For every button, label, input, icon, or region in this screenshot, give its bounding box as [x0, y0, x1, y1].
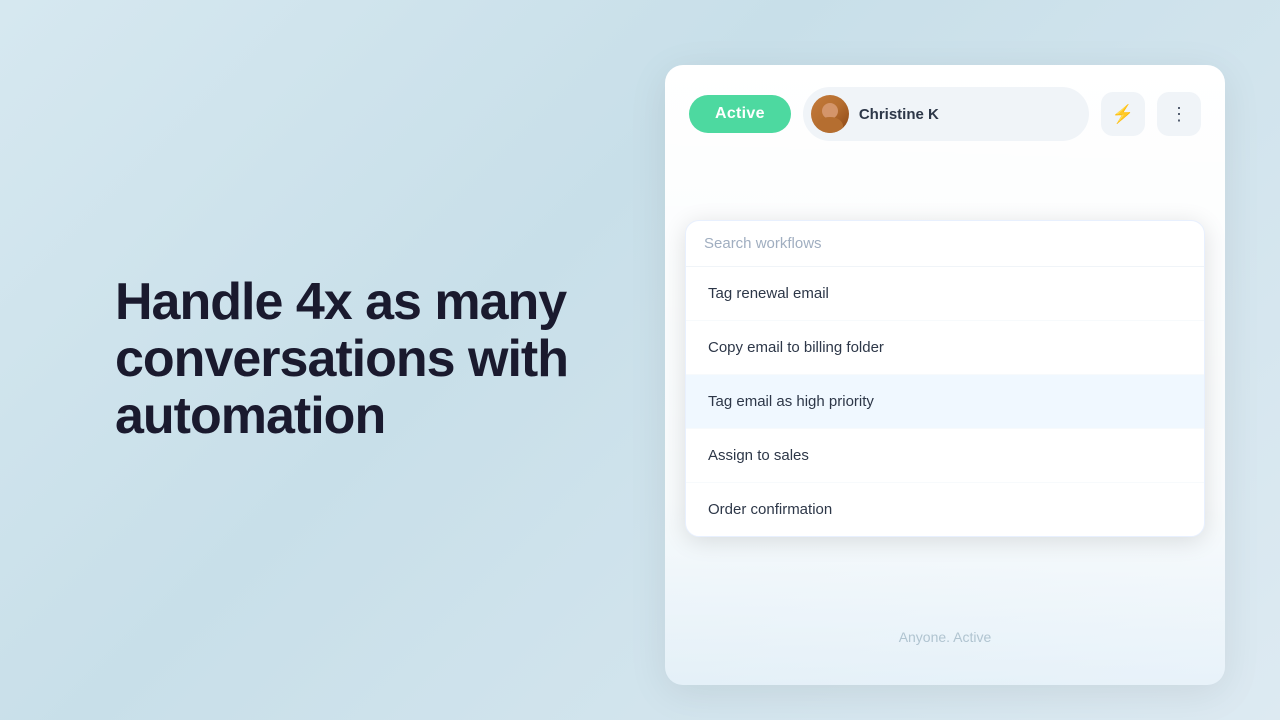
- lightning-button[interactable]: ⚡: [1101, 92, 1145, 136]
- bottom-status: Anyone. Active: [665, 629, 1225, 645]
- user-pill[interactable]: Christine K: [803, 87, 1089, 141]
- search-input[interactable]: [704, 235, 1186, 252]
- left-content-area: Handle 4x as many conversations with aut…: [115, 274, 615, 446]
- menu-item-tag-high-priority[interactable]: Tag email as high priority: [686, 375, 1204, 429]
- right-panel: Active Christine K ⚡ ⋮ Tag renewal email…: [665, 65, 1225, 685]
- menu-item-assign-sales[interactable]: Assign to sales: [686, 429, 1204, 483]
- more-button[interactable]: ⋮: [1157, 92, 1201, 136]
- more-icon: ⋮: [1170, 104, 1188, 125]
- menu-item-tag-renewal[interactable]: Tag renewal email: [686, 267, 1204, 321]
- workflow-dropdown: Tag renewal email Copy email to billing …: [685, 220, 1205, 537]
- active-badge[interactable]: Active: [689, 95, 791, 133]
- headline: Handle 4x as many conversations with aut…: [115, 274, 615, 446]
- avatar: [811, 95, 849, 133]
- menu-item-order-confirmation[interactable]: Order confirmation: [686, 483, 1204, 536]
- menu-item-copy-billing[interactable]: Copy email to billing folder: [686, 321, 1204, 375]
- user-name: Christine K: [859, 106, 939, 123]
- panel-topbar: Active Christine K ⚡ ⋮: [665, 65, 1225, 163]
- search-box[interactable]: [686, 221, 1204, 267]
- lightning-icon: ⚡: [1112, 104, 1134, 125]
